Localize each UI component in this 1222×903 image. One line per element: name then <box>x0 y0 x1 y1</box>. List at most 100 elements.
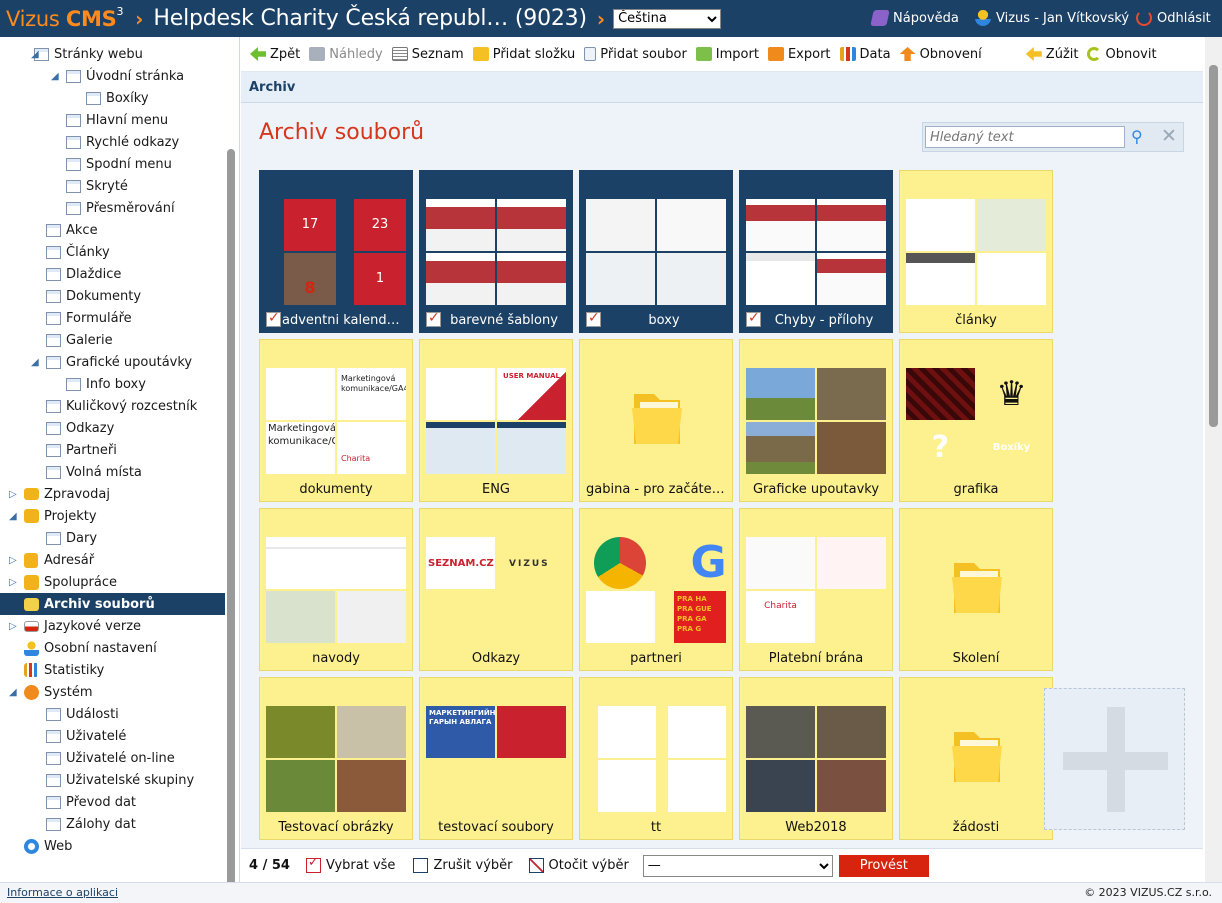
folder-tile[interactable]: Charita Platební brána <box>739 508 893 671</box>
list-button[interactable]: Seznam <box>391 47 464 62</box>
collapse-icon[interactable]: ◢ <box>9 687 19 698</box>
preview-button[interactable]: Náhledy <box>309 47 383 62</box>
back-button[interactable]: Zpět <box>250 47 300 62</box>
sidebar-item-volna-mista[interactable]: Volná místa <box>46 461 142 483</box>
sidebar-item-presmerovani[interactable]: Přesměrování <box>66 197 175 219</box>
sidebar-item-clanky[interactable]: Články <box>46 241 110 263</box>
sidebar-item-uzivatele-online[interactable]: Uživatelé on-line <box>46 747 175 769</box>
refresh-data-button[interactable]: Obnovení <box>899 47 982 62</box>
add-file-dropzone[interactable] <box>1044 688 1185 830</box>
sidebar-item-zpravodaj[interactable]: ▷ Zpravodaj <box>9 483 110 505</box>
main-scrollbar[interactable] <box>1205 37 1222 882</box>
sidebar-item-kulickovy-rozcestnik[interactable]: Kuličkový rozcestník <box>46 395 197 417</box>
folder-tile[interactable]: články <box>899 170 1053 333</box>
sidebar-item-statistiky[interactable]: Statistiky <box>24 659 104 681</box>
folder-tile[interactable]: МАРКЕТИНГИЙН ГАРЫН АВЛАГА testovací soub… <box>419 677 573 840</box>
folder-tile[interactable]: Školení <box>899 508 1053 671</box>
sidebar-item-uzivatelske-skupiny[interactable]: Uživatelské skupiny <box>46 769 194 791</box>
thumbnails-icon <box>309 47 326 61</box>
sidebar-item-rychle-odkazy[interactable]: Rychlé odkazy <box>66 131 179 153</box>
folder-tile[interactable]: barevné šablony <box>419 170 573 333</box>
sidebar-item-hlavni-menu[interactable]: Hlavní menu <box>66 109 168 131</box>
sidebar-item-skryte[interactable]: Skryté <box>66 175 128 197</box>
sidebar-item-spoluprace[interactable]: ▷ Spolupráce <box>9 571 117 593</box>
sidebar-item-label: Události <box>66 706 119 722</box>
thumb-text: Boxíky <box>992 442 1031 453</box>
data-button[interactable]: Data <box>839 47 891 62</box>
scrollbar-thumb[interactable] <box>1209 65 1218 427</box>
sidebar-item-partneri[interactable]: Partneři <box>46 439 117 461</box>
app-logo[interactable]: Vizus CMS3 <box>6 5 123 31</box>
deselect-button[interactable]: Zrušit výběr <box>413 858 513 873</box>
sidebar-item-projekty[interactable]: ◢ Projekty <box>9 505 97 527</box>
sidebar-item-uzivatele[interactable]: Uživatelé <box>46 725 126 747</box>
folder-tile[interactable]: tt <box>579 677 733 840</box>
folder-tile[interactable]: Marketingová komunikace/GA4 Marketingová… <box>259 339 413 502</box>
sidebar-item-spodni-menu[interactable]: Spodní menu <box>66 153 172 175</box>
sidebar-item-web[interactable]: Web <box>24 835 72 857</box>
sidebar-item-zalohy-dat[interactable]: Zálohy dat <box>46 813 136 835</box>
app-info-link[interactable]: Informace o aplikaci <box>7 886 118 899</box>
add-file-button[interactable]: Přidat soubor <box>584 47 687 62</box>
folder-tile[interactable]: 17 23 8 1 adventni kalendar - ... <box>259 170 413 333</box>
sidebar-item-system[interactable]: ◢ Systém <box>9 681 92 703</box>
narrow-button[interactable]: Zúžit <box>1025 47 1078 62</box>
folder-tile[interactable]: boxy <box>579 170 733 333</box>
user-link[interactable]: Vizus - Jan Vítkovský <box>975 10 1129 26</box>
sidebar-item-dary[interactable]: Dary <box>46 527 97 549</box>
expand-icon[interactable]: ▷ <box>9 489 19 500</box>
collapse-icon[interactable]: ◢ <box>9 511 19 522</box>
reload-button[interactable]: Obnovit <box>1087 47 1157 62</box>
sidebar-item-odkazy[interactable]: Odkazy <box>46 417 114 439</box>
sidebar-item-stranky-webu[interactable]: ◢ Stránky webu <box>31 43 143 65</box>
sidebar-item-jazykove-verze[interactable]: ▷ Jazykové verze <box>9 615 141 637</box>
folder-tile[interactable]: Chyby - přílohy <box>739 170 893 333</box>
sidebar-scrollbar[interactable] <box>227 149 235 882</box>
folder-tile[interactable]: žádosti <box>899 677 1053 840</box>
sidebar-item-archiv-souboru[interactable]: Archiv souborů <box>0 593 225 615</box>
clear-icon[interactable]: ✕ <box>1161 125 1177 147</box>
folder-tile[interactable]: Testovací obrázky <box>259 677 413 840</box>
expand-icon[interactable]: ▷ <box>9 577 19 588</box>
sidebar-item-label: Rychlé odkazy <box>86 134 180 150</box>
add-folder-button[interactable]: Přidat složku <box>472 47 575 62</box>
folder-tile[interactable]: USER MANUAL ENG <box>419 339 573 502</box>
sidebar-item-graficke-upoutavky[interactable]: ◢ Grafické upoutávky <box>31 351 192 373</box>
folder-tile[interactable]: ♛ ? Boxíky grafika <box>899 339 1053 502</box>
folder-tile[interactable]: SEZNAM.CZ VIZUS Odkazy <box>419 508 573 671</box>
help-link[interactable]: Nápověda <box>870 10 959 26</box>
sidebar-item-udalosti[interactable]: Události <box>46 703 119 725</box>
sidebar-item-prevod-dat[interactable]: Převod dat <box>46 791 136 813</box>
language-select[interactable]: Čeština <box>613 8 722 29</box>
sidebar-item-boxiky[interactable]: Boxíky <box>86 87 149 109</box>
sidebar-item-galerie[interactable]: Galerie <box>46 329 113 351</box>
folder-tile[interactable]: gabina - pro začátečníky <box>579 339 733 502</box>
search-input[interactable] <box>925 126 1125 148</box>
folder-tile[interactable]: Graficke upoutavky <box>739 339 893 502</box>
expand-icon[interactable]: ▷ <box>9 555 19 566</box>
bulk-action-select[interactable]: — <box>642 854 833 877</box>
sidebar-item-formulare[interactable]: Formuláře <box>46 307 132 329</box>
thumb-image <box>746 537 815 589</box>
sidebar-item-osobni-nastaveni[interactable]: Osobní nastavení <box>24 637 157 659</box>
collapse-icon[interactable]: ◢ <box>31 49 41 60</box>
folder-tile[interactable]: navody <box>259 508 413 671</box>
collapse-icon[interactable]: ◢ <box>51 71 61 82</box>
folder-tile[interactable]: G PRA HA PRA GUE PRA GA PRA G partneri <box>579 508 733 671</box>
sidebar-item-info-boxy[interactable]: Info boxy <box>66 373 146 395</box>
collapse-icon[interactable]: ◢ <box>31 357 41 368</box>
expand-icon[interactable]: ▷ <box>9 621 19 632</box>
search-icon[interactable]: ⚲ <box>1131 127 1143 146</box>
invert-selection-button[interactable]: Otočit výběr <box>528 858 629 873</box>
sidebar-item-uvodni-stranka[interactable]: ◢ Úvodní stránka <box>51 65 184 87</box>
execute-button[interactable]: Provést <box>838 854 929 877</box>
logout-link[interactable]: Odhlásit <box>1136 10 1211 26</box>
sidebar-item-dlazdice[interactable]: Dlaždice <box>46 263 121 285</box>
select-all-button[interactable]: ✓ Vybrat vše <box>305 855 395 873</box>
folder-tile[interactable]: Web2018 <box>739 677 893 840</box>
sidebar-item-dokumenty[interactable]: Dokumenty <box>46 285 141 307</box>
sidebar-item-adresar[interactable]: ▷ Adresář <box>9 549 94 571</box>
sidebar-item-akce[interactable]: Akce <box>46 219 98 241</box>
import-button[interactable]: Import <box>695 47 759 62</box>
export-button[interactable]: Export <box>767 47 831 62</box>
